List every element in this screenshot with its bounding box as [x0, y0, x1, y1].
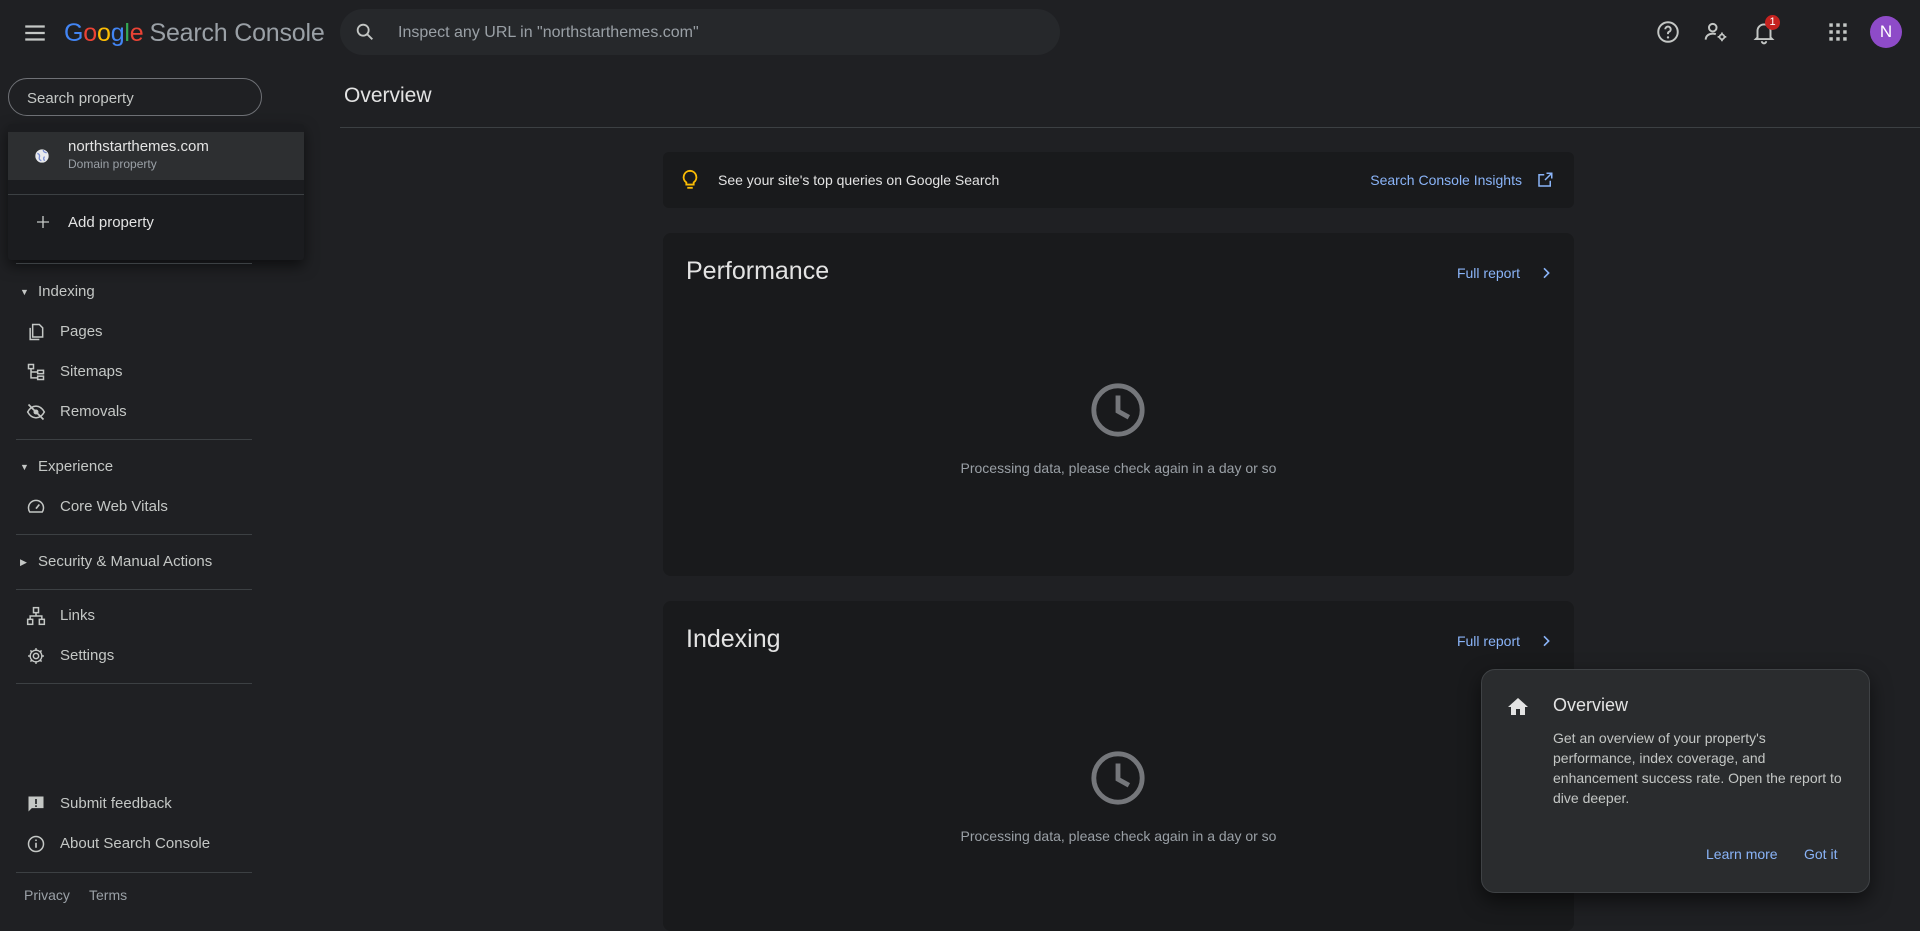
divider: [16, 872, 252, 873]
clock-icon: [1089, 749, 1147, 807]
page-title: Overview: [344, 84, 432, 107]
notification-badge: 1: [1765, 15, 1780, 30]
url-inspect-input[interactable]: [396, 9, 1040, 57]
card-title: Indexing: [686, 625, 781, 653]
property-option[interactable]: northstarthemes.com Domain property: [8, 132, 304, 180]
speed-gauge-icon: [27, 499, 45, 513]
property-type: Domain property: [68, 157, 157, 171]
logo-letter: e: [129, 19, 144, 47]
manage-users-icon[interactable]: [1703, 19, 1729, 45]
tooltip-title: Overview: [1553, 695, 1629, 715]
section-experience[interactable]: ▼ Experience: [20, 458, 113, 475]
full-report-link[interactable]: Full report: [1457, 633, 1520, 649]
clock-icon: [1089, 381, 1147, 439]
divider: [16, 439, 252, 440]
section-label: Experience: [38, 458, 114, 475]
indexing-card: Indexing Full report Processing data, pl…: [663, 601, 1574, 931]
plus-icon: [34, 213, 52, 231]
links-tree-icon: [26, 606, 46, 626]
add-property-label: Add property: [68, 214, 154, 231]
open-in-new-icon[interactable]: [1536, 171, 1554, 189]
divider: [8, 194, 304, 195]
caret-down-icon: ▼: [20, 287, 29, 297]
sidebar-item-label: Core Web Vitals: [60, 498, 168, 515]
got-it-button[interactable]: Got it: [1804, 846, 1837, 862]
info-icon: [27, 835, 45, 853]
overview-tooltip: Overview Get an overview of your propert…: [1481, 669, 1870, 893]
caret-down-icon: ▼: [20, 462, 29, 472]
url-inspect-search[interactable]: [340, 9, 1060, 57]
performance-card: Performance Full report Processing data,…: [663, 233, 1574, 576]
sidebar-item-label: About Search Console: [60, 835, 211, 852]
menu-icon[interactable]: [22, 20, 48, 46]
visibility-off-icon: [26, 403, 46, 421]
sitemap-icon: [27, 363, 45, 381]
sidebar-item-label: Pages: [60, 323, 103, 340]
feedback-icon: [28, 796, 44, 812]
pages-icon: [29, 323, 44, 341]
divider: [16, 534, 252, 535]
divider: [16, 683, 252, 684]
logo-letter: o: [83, 19, 97, 47]
chevron-right-icon[interactable]: [1538, 264, 1554, 282]
sidebar-item-label: Settings: [60, 647, 115, 664]
card-title: Performance: [686, 257, 830, 285]
divider: [340, 127, 1920, 128]
sidebar-item-label: Removals: [60, 403, 127, 420]
sidebar-item-label: Links: [60, 607, 96, 624]
privacy-link[interactable]: Privacy: [24, 887, 70, 903]
product-logo[interactable]: Google Search Console: [64, 19, 325, 48]
property-dropdown: northstarthemes.com Domain property Add …: [8, 124, 304, 260]
section-indexing[interactable]: ▼ Indexing: [20, 283, 95, 300]
gear-icon: [28, 648, 44, 664]
help-icon[interactable]: [1655, 19, 1681, 45]
property-name: northstarthemes.com: [68, 138, 209, 155]
apps-grid-icon[interactable]: [1825, 19, 1851, 45]
section-security-manual-actions[interactable]: ▶ Security & Manual Actions: [20, 553, 212, 570]
sidebar-item-label: Submit feedback: [60, 795, 172, 812]
section-label: Indexing: [38, 283, 95, 300]
chevron-right-icon[interactable]: [1538, 632, 1554, 650]
sidebar-item-label: Sitemaps: [60, 363, 123, 380]
learn-more-button[interactable]: Learn more: [1706, 846, 1778, 862]
account-avatar[interactable]: N: [1870, 16, 1902, 48]
divider: [16, 263, 252, 264]
globe-icon: [34, 148, 50, 164]
lightbulb-icon: [679, 168, 701, 192]
full-report-link[interactable]: Full report: [1457, 265, 1520, 281]
home-icon: [1506, 695, 1530, 719]
property-search[interactable]: [8, 78, 262, 117]
logo-product-name: Search Console: [149, 19, 325, 47]
caret-right-icon: ▶: [20, 557, 27, 567]
processing-message: Processing data, please check again in a…: [960, 828, 1277, 844]
processing-message: Processing data, please check again in a…: [960, 460, 1277, 476]
logo-letter: G: [64, 19, 84, 47]
logo-letter: o: [96, 19, 111, 47]
terms-link[interactable]: Terms: [89, 887, 127, 903]
search-console-insights-link[interactable]: Search Console Insights: [1370, 172, 1522, 188]
property-search-input[interactable]: [25, 79, 249, 117]
tooltip-body: Get an overview of your property's perfo…: [1553, 730, 1842, 806]
divider: [16, 589, 252, 590]
insights-banner: See your site's top queries on Google Se…: [663, 152, 1574, 208]
banner-text: See your site's top queries on Google Se…: [718, 172, 1000, 188]
search-icon[interactable]: [354, 21, 376, 43]
section-label: Security & Manual Actions: [38, 553, 213, 570]
logo-letter: g: [110, 19, 125, 47]
